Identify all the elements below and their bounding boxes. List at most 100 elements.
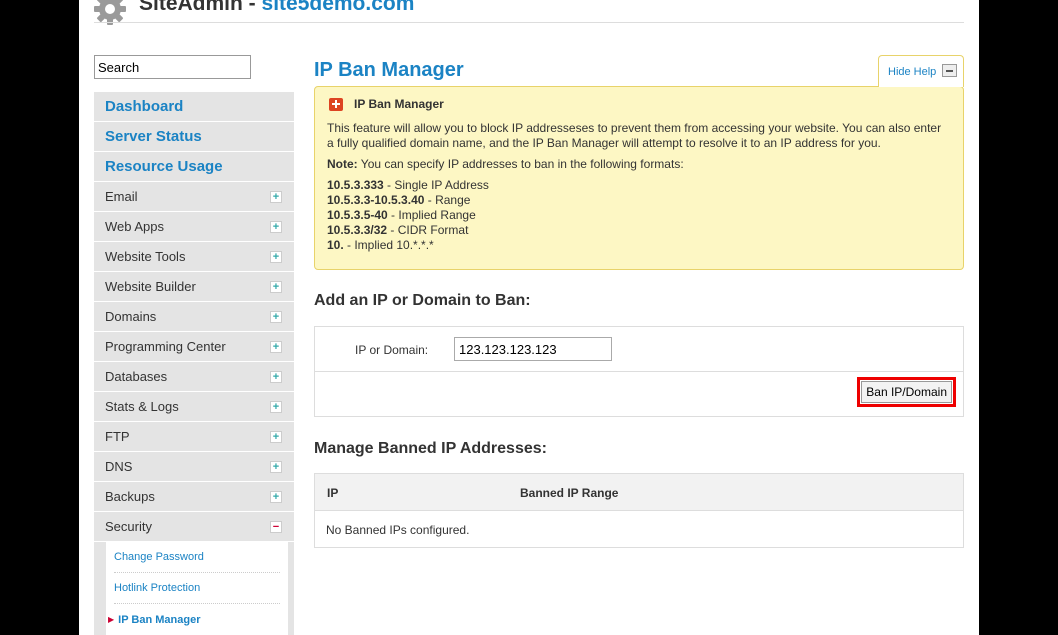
subnav-item-hotlink-protection[interactable]: Hotlink Protection: [114, 573, 280, 604]
expand-icon[interactable]: +: [270, 371, 282, 383]
subnav-item-ip-ban-manager[interactable]: ▶ IP Ban Manager: [108, 604, 280, 635]
sidebar-item-security[interactable]: Security −: [94, 512, 294, 542]
collapse-icon[interactable]: [942, 64, 957, 77]
add-section-title: Add an IP or Domain to Ban:: [314, 292, 531, 309]
sidebar-item-label: Website Builder: [105, 279, 196, 294]
sidebar-item-stats-logs[interactable]: Stats & Logs +: [94, 392, 294, 422]
format-item: 10.5.3.3-10.5.3.40 - Range: [327, 193, 951, 208]
sidebar-item-label: Resource Usage: [105, 158, 223, 175]
sidebar-item-label: Security: [105, 519, 152, 534]
highlight-box: Ban IP/Domain: [857, 377, 956, 407]
hide-help-label: Hide Help: [888, 65, 937, 78]
brand-title[interactable]: SiteAdmin - site5demo.com: [139, 0, 414, 16]
column-header-ip: IP: [327, 486, 339, 500]
format-item: 10.5.3.3/32 - CIDR Format: [327, 223, 951, 238]
expand-icon[interactable]: +: [270, 251, 282, 263]
format-list: 10.5.3.333 - Single IP Address 10.5.3.3-…: [327, 178, 951, 253]
format-desc: - CIDR Format: [387, 223, 469, 237]
format-item: 10. - Implied 10.*.*.*: [327, 238, 951, 253]
expand-icon[interactable]: +: [270, 281, 282, 293]
sidebar-item-dashboard[interactable]: Dashboard: [94, 92, 294, 122]
expand-icon[interactable]: +: [270, 401, 282, 413]
format-desc: - Range: [424, 193, 471, 207]
add-ban-row: IP or Domain:: [315, 327, 963, 372]
collapse-icon[interactable]: −: [270, 521, 282, 533]
sidebar-item-label: Email: [105, 189, 138, 204]
format-desc: - Single IP Address: [383, 178, 489, 192]
format-desc: - Implied Range: [387, 208, 476, 222]
sidebar-item-label: Backups: [105, 489, 155, 504]
format-code: 10.5.3.3/32: [327, 223, 388, 237]
sidebar-item-resource-usage[interactable]: Resource Usage: [94, 152, 294, 182]
brand-name: SiteAdmin -: [139, 0, 262, 15]
sidebar-item-ftp[interactable]: FTP +: [94, 422, 294, 452]
sidebar-item-label: FTP: [105, 429, 130, 444]
format-code: 10.5.3.333: [327, 178, 384, 192]
table-header: IP Banned IP Range: [315, 474, 963, 511]
header-divider: [94, 22, 964, 23]
expand-icon[interactable]: +: [270, 311, 282, 323]
sidebar-item-label: Dashboard: [105, 98, 184, 115]
sidebar-item-backups[interactable]: Backups +: [94, 482, 294, 512]
sidebar-item-web-apps[interactable]: Web Apps +: [94, 212, 294, 242]
format-code: 10.: [327, 238, 344, 252]
search-input[interactable]: [94, 55, 251, 79]
sidebar-item-label: Domains: [105, 309, 157, 324]
sidebar-item-label: Databases: [105, 369, 168, 384]
sidebar-item-label: Website Tools: [105, 249, 186, 264]
format-code: 10.5.3.3-10.5.3.40: [327, 193, 425, 207]
subnav-item-label: IP Ban Manager: [118, 613, 201, 626]
sidebar-item-website-tools[interactable]: Website Tools +: [94, 242, 294, 272]
sidebar-item-domains[interactable]: Domains +: [94, 302, 294, 332]
expand-icon[interactable]: +: [270, 491, 282, 503]
note-text: You can specify IP addresses to ban in t…: [357, 157, 684, 171]
add-ban-form: IP or Domain: Ban IP/Domain: [314, 326, 964, 417]
banned-ip-table: IP Banned IP Range No Banned IPs configu…: [314, 473, 964, 548]
expand-icon[interactable]: +: [270, 461, 282, 473]
sidebar-item-label: Web Apps: [105, 219, 165, 234]
sidebar-item-dns[interactable]: DNS +: [94, 452, 294, 482]
expand-icon[interactable]: +: [270, 221, 282, 233]
column-header-range: Banned IP Range: [520, 486, 619, 500]
subnav-item-label: Change Password: [114, 551, 204, 563]
subnav-item-change-password[interactable]: Change Password: [114, 542, 280, 573]
sidebar-item-label: Server Status: [105, 128, 202, 145]
help-title: IP Ban Manager: [327, 97, 951, 112]
first-aid-icon: [329, 98, 343, 111]
sidebar-item-label: DNS: [105, 459, 133, 474]
help-intro: This feature will allow you to block IP …: [327, 121, 942, 150]
empty-message: No Banned IPs configured.: [326, 523, 470, 537]
expand-icon[interactable]: +: [270, 191, 282, 203]
expand-icon[interactable]: +: [270, 341, 282, 353]
expand-icon[interactable]: +: [270, 431, 282, 443]
header: SiteAdmin - site5demo.com: [79, 0, 979, 34]
active-arrow-icon: ▶: [108, 615, 115, 624]
sidebar-item-server-status[interactable]: Server Status: [94, 122, 294, 152]
note-label: Note:: [327, 157, 358, 171]
format-item: 10.5.3.333 - Single IP Address: [327, 178, 951, 193]
security-subnav: Change Password Hotlink Protection ▶ IP B…: [94, 542, 294, 635]
help-panel: IP Ban Manager This feature will allow y…: [314, 86, 964, 270]
sidebar-item-programming-center[interactable]: Programming Center +: [94, 332, 294, 362]
hide-help-button[interactable]: Hide Help: [878, 55, 964, 87]
help-title-text: IP Ban Manager: [354, 97, 444, 111]
page: SiteAdmin - site5demo.com Dashboard Serv…: [79, 0, 979, 635]
brand-domain: site5demo.com: [261, 0, 415, 15]
sidebar-item-website-builder[interactable]: Website Builder +: [94, 272, 294, 302]
subnav-item-label: Hotlink Protection: [114, 582, 201, 594]
help-note: Note: You can specify IP addresses to ba…: [327, 157, 951, 172]
manage-section-title: Manage Banned IP Addresses:: [314, 440, 547, 457]
ban-ip-domain-button[interactable]: Ban IP/Domain: [861, 381, 952, 403]
sidebar: Dashboard Server Status Resource Usage E…: [94, 92, 294, 635]
format-desc: - Implied 10.*.*.*: [343, 238, 434, 252]
sidebar-item-label: Programming Center: [105, 339, 226, 354]
ip-domain-input[interactable]: [454, 337, 612, 361]
table-row: No Banned IPs configured.: [315, 511, 963, 548]
page-title: IP Ban Manager: [314, 59, 464, 81]
sidebar-item-email[interactable]: Email +: [94, 182, 294, 212]
sidebar-item-label: Stats & Logs: [105, 399, 179, 414]
format-item: 10.5.3.5-40 - Implied Range: [327, 208, 951, 223]
ip-domain-label: IP or Domain:: [355, 343, 429, 357]
format-code: 10.5.3.5-40: [327, 208, 388, 222]
sidebar-item-databases[interactable]: Databases +: [94, 362, 294, 392]
